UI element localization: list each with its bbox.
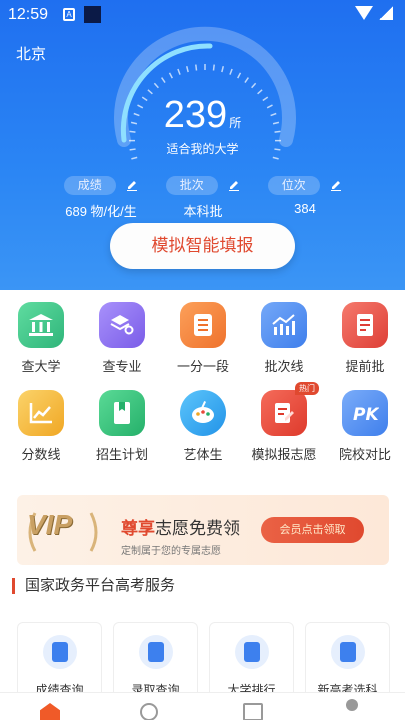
header-panel: 12:59 A 北京 239 所 适合我的大学 成绩 689 物/化/生 批次 本… — [0, 0, 405, 290]
feature-label: 模拟报志愿 — [251, 447, 317, 462]
feature-label: 招生计划 — [95, 447, 148, 462]
banner-title: 尊享志愿免费领 — [121, 514, 240, 539]
discover-icon[interactable] — [140, 703, 158, 720]
count-number: 239 — [163, 94, 228, 136]
line-chart-icon — [18, 390, 64, 436]
gauge-tick — [229, 68, 233, 75]
feature-tile[interactable]: PK 院校对比 — [325, 390, 405, 463]
feature-tile[interactable]: 查专业 — [82, 302, 162, 375]
form-edit-icon: 热门 — [261, 382, 319, 436]
vip-banner[interactable]: VIP 尊享志愿免费领 定制属于您的专属志愿 会员点击领取 — [17, 495, 389, 565]
feature-label: 院校对比 — [338, 447, 391, 462]
gauge-tick — [153, 82, 159, 89]
banner-section: VIP 尊享志愿免费领 定制属于您的专属志愿 会员点击领取 — [0, 485, 405, 570]
subject-select-icon — [330, 635, 365, 669]
bottom-tab-bar — [0, 692, 405, 720]
gauge-tick — [221, 66, 225, 73]
feature-label: 批次线 — [264, 359, 304, 374]
major-search-icon — [99, 302, 145, 348]
gauge-tick — [177, 68, 181, 75]
pk-icon: PK — [342, 390, 388, 436]
gauge-tick — [272, 156, 279, 160]
hot-badge: 热门 — [295, 382, 319, 395]
edit-icon[interactable] — [228, 179, 240, 191]
gauge-tick — [244, 77, 249, 83]
claim-vip-button[interactable]: 会员点击领取 — [261, 517, 364, 543]
feature-label: 查专业 — [102, 359, 142, 374]
university-icon — [18, 302, 64, 348]
feature-grid: 查大学 查专业 一分一段 批次线 提前批 分数线 招生计划 艺体生 热门 模拟报… — [0, 290, 405, 485]
feature-tile[interactable]: 招生计划 — [82, 390, 162, 463]
feature-tile[interactable]: 一分一段 — [163, 302, 243, 375]
admission-query-icon — [138, 635, 173, 669]
gauge-tick — [131, 156, 138, 160]
document-icon — [342, 302, 388, 348]
feature-tile[interactable]: 查大学 — [1, 302, 81, 375]
feature-tile[interactable]: 批次线 — [244, 302, 324, 375]
gauge-tick — [185, 66, 189, 73]
svg-text:PK: PK — [353, 405, 379, 425]
gauge-tick — [161, 77, 166, 83]
feature-label: 分数线 — [21, 447, 61, 462]
profile-icon[interactable] — [346, 699, 358, 711]
feature-tile[interactable]: 分数线 — [1, 390, 81, 463]
news-icon[interactable] — [243, 703, 263, 720]
ranking-icon — [234, 635, 269, 669]
count-caption: 适合我的大学 — [166, 142, 239, 156]
stat-rank-value: 384 — [294, 201, 316, 216]
score-list-icon — [180, 302, 226, 348]
score-stats: 成绩 689 物/化/生 批次 本科批 位次 384 — [0, 176, 405, 220]
banner-title-highlight: 尊享 — [121, 519, 155, 538]
stat-rank[interactable]: 位次 384 — [245, 176, 365, 216]
section-title: 国家政务平台高考服务 — [12, 578, 175, 594]
feature-label: 艺体生 — [183, 447, 223, 462]
gauge-tick — [168, 72, 173, 79]
banner-subtitle: 定制属于您的专属志愿 — [121, 546, 221, 557]
banner-title-rest: 志愿免费领 — [155, 519, 240, 538]
gauge-tick — [251, 82, 257, 89]
feature-label: 一分一段 — [176, 359, 229, 374]
feature-label: 提前批 — [345, 359, 385, 374]
vip-logo: VIP — [27, 509, 73, 540]
palette-icon — [180, 390, 226, 436]
count-unit: 所 — [229, 116, 242, 130]
score-query-icon — [42, 635, 77, 669]
feature-tile[interactable]: 提前批 — [325, 302, 405, 375]
feature-tile[interactable]: 艺体生 — [163, 390, 243, 463]
stat-batch-label: 批次 — [165, 176, 218, 195]
simulate-fill-button[interactable]: 模拟智能填报 — [110, 223, 295, 269]
book-icon — [99, 390, 145, 436]
gauge-tick — [212, 64, 215, 71]
feature-tile[interactable]: 热门 模拟报志愿 — [244, 382, 324, 463]
gauge-tick — [195, 64, 198, 71]
university-count: 239 所 — [0, 94, 405, 137]
feature-label: 查大学 — [21, 359, 61, 374]
gauge-tick — [237, 72, 242, 79]
edit-icon[interactable] — [126, 179, 138, 191]
stat-score-label: 成绩 — [63, 176, 116, 195]
trend-chart-icon — [261, 302, 307, 348]
home-icon[interactable] — [40, 703, 60, 720]
stat-rank-label: 位次 — [267, 176, 320, 195]
edit-icon[interactable] — [330, 179, 342, 191]
